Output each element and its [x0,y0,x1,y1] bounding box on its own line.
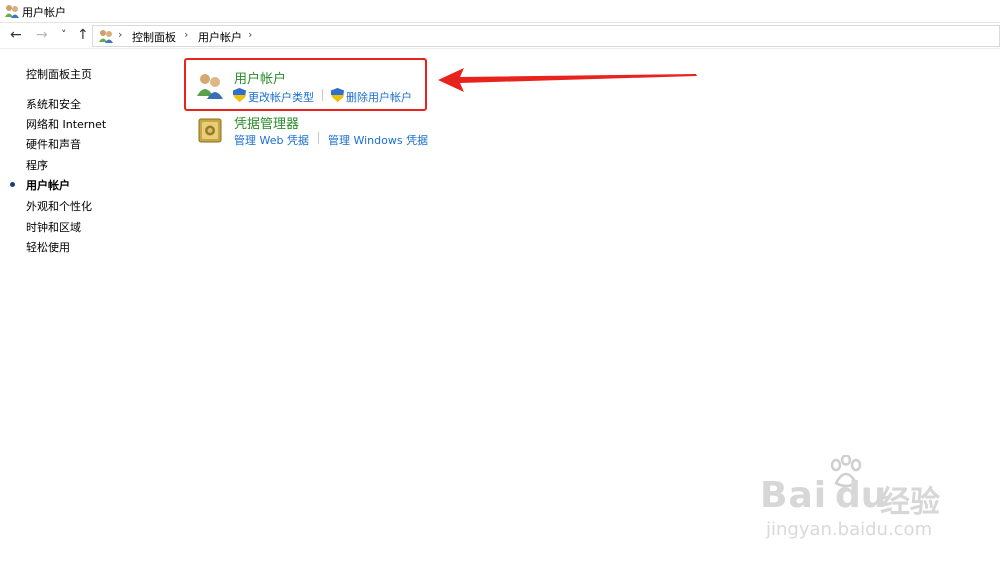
forward-button[interactable]: → [36,27,48,43]
baidu-jingyan-watermark: Bai du 经验 jingyan.baidu.com [760,455,960,545]
address-bar[interactable]: › 控制面板 › 用户帐户 › [92,25,1000,47]
sidebar-item-user-accounts[interactable]: 用户帐户 [26,177,70,193]
window-titlebar: 用户帐户 [0,0,1000,22]
sidebar-item-programs[interactable]: 程序 [26,157,48,173]
watermark-brand: Bai [760,475,828,516]
sidebar: 控制面板主页 系统和安全 网络和 Internet 硬件和声音 程序 用户帐户 … [0,49,175,563]
manage-windows-credentials-link[interactable]: 管理 Windows 凭据 [328,132,428,148]
users-icon [5,5,19,18]
sidebar-item-clock-region[interactable]: 时钟和区域 [26,219,81,235]
active-item-bullet [10,182,15,187]
watermark-url: jingyan.baidu.com [766,519,933,540]
sidebar-item-appearance[interactable]: 外观和个性化 [26,198,92,214]
users-icon [99,30,113,43]
annotation-highlight-box [184,58,427,111]
recent-locations-button[interactable]: ˅ [61,27,67,43]
back-button[interactable]: ← [10,27,22,43]
category-title-credential-manager[interactable]: 凭据管理器 [234,113,299,132]
vault-icon[interactable] [197,116,223,144]
window-title: 用户帐户 [22,6,66,19]
sidebar-item-network[interactable]: 网络和 Internet [26,116,106,132]
breadcrumb-separator[interactable]: › [184,28,188,41]
breadcrumb-control-panel[interactable]: 控制面板 [132,29,176,45]
link-separator [318,132,319,144]
breadcrumb-separator[interactable]: › [118,28,122,41]
sidebar-item-hardware-sound[interactable]: 硬件和声音 [26,136,81,152]
annotation-arrow-icon [438,68,697,92]
watermark-brand-end: du [835,475,887,516]
breadcrumb-user-accounts[interactable]: 用户帐户 [198,29,242,45]
sidebar-item-home[interactable]: 控制面板主页 [26,66,92,82]
up-button[interactable]: ↑ [77,27,89,43]
watermark-cn: 经验 [880,485,940,520]
manage-web-credentials-link[interactable]: 管理 Web 凭据 [234,132,309,148]
sidebar-item-ease-of-access[interactable]: 轻松使用 [26,239,70,255]
breadcrumb-separator[interactable]: › [248,28,252,41]
sidebar-item-system-security[interactable]: 系统和安全 [26,96,81,112]
